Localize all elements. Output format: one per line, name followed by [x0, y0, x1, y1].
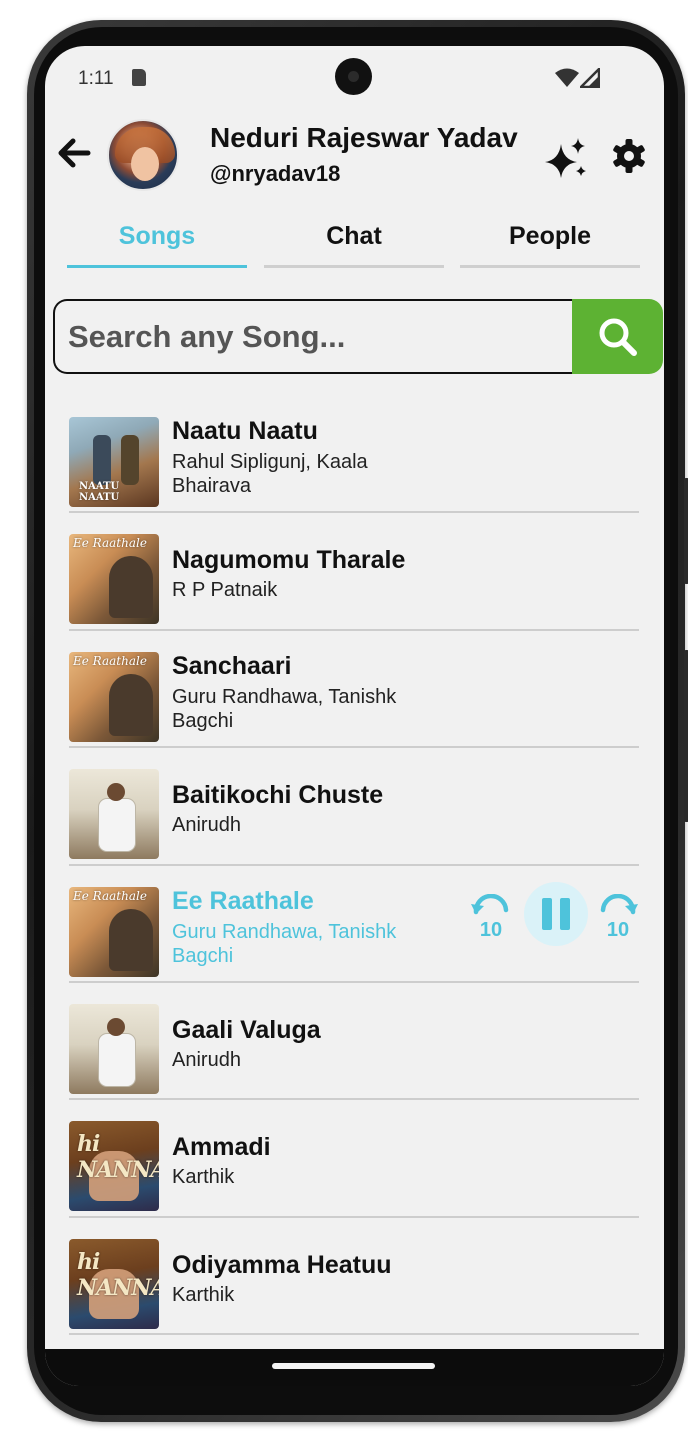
song-artist: Karthik [172, 1166, 235, 1189]
album-cover: Ee Raathale [69, 886, 159, 977]
pause-button[interactable] [524, 881, 588, 946]
song-row[interactable]: hi NANNA Ammadi Karthik [69, 1100, 639, 1218]
song-artist: R P Patnaik [172, 579, 278, 602]
search-icon [599, 318, 637, 356]
system-nav-bar [45, 1349, 664, 1386]
song-list: NAATU NAATU Naatu Naatu Rahul Sipligunj,… [69, 396, 639, 1336]
song-artist: Anirudh [172, 814, 241, 837]
song-artist: Anirudh [172, 1048, 241, 1071]
status-time: 1:11 [78, 68, 114, 89]
avatar[interactable] [107, 119, 179, 191]
cover-text: hi NANNA [77, 1131, 159, 1184]
cover-text: Ee Raathale [73, 888, 147, 903]
song-title: Nagumomu Tharale [172, 546, 406, 575]
tab-underline [460, 265, 640, 268]
profile-header: Neduri Rajeswar Yadav @nryadav18 [45, 118, 664, 198]
tab-label: Songs [118, 222, 196, 250]
tab-underline [264, 265, 444, 268]
song-row[interactable]: Gaali Valuga Anirudh [69, 983, 639, 1101]
cover-text: Ee Raathale [73, 653, 147, 668]
song-title: Sanchaari [172, 651, 292, 680]
album-cover: hi NANNA [69, 1238, 159, 1329]
tab-label: People [509, 222, 591, 250]
album-cover [69, 1003, 159, 1094]
user-handle: @nryadav18 [210, 161, 341, 186]
front-camera [335, 58, 372, 95]
status-bar: 1:11 [45, 46, 664, 110]
album-cover: hi NANNA [69, 1121, 159, 1212]
song-row[interactable]: Ee Raathale Sanchaari Guru Randhawa, Tan… [69, 631, 639, 749]
forward-label: 10 [607, 919, 629, 938]
sd-card-icon [132, 69, 146, 86]
cover-text: Ee Raathale [73, 536, 147, 551]
tab-people[interactable]: People [460, 214, 640, 268]
search-input[interactable] [68, 313, 558, 361]
album-cover [69, 769, 159, 860]
cover-text: hi NANNA [77, 1248, 159, 1301]
song-row[interactable]: Baitikochi Chuste Anirudh [69, 748, 639, 866]
signal-icon [580, 68, 600, 88]
tab-chat[interactable]: Chat [264, 214, 444, 268]
app-screen: 1:11 Neduri Rajeswar Yadav @nryadav18 So… [45, 46, 664, 1386]
song-title: Odiyamma Heatuu [172, 1250, 392, 1279]
album-cover: Ee Raathale [69, 651, 159, 742]
song-artist: Guru Randhawa, Tanishk Bagchi [172, 920, 397, 967]
back-arrow-icon[interactable] [57, 136, 91, 170]
sparkle-icon[interactable] [543, 136, 589, 180]
player-controls: 10 10 [469, 881, 640, 946]
song-row[interactable]: NAATU NAATU Naatu Naatu Rahul Sipligunj,… [69, 396, 639, 514]
song-artist: Guru Randhawa, Tanishk Bagchi [172, 685, 397, 732]
song-search [53, 299, 663, 374]
search-button[interactable] [572, 299, 663, 374]
home-indicator[interactable] [272, 1363, 435, 1369]
rewind-label: 10 [480, 919, 502, 938]
power-button [684, 478, 688, 584]
song-title: Gaali Valuga [172, 1015, 321, 1044]
song-row-now-playing[interactable]: Ee Raathale Ee Raathale Guru Randhawa, T… [69, 866, 639, 983]
search-box [53, 299, 573, 374]
user-name: Neduri Rajeswar Yadav [210, 122, 518, 153]
song-title: Naatu Naatu [172, 417, 318, 445]
album-cover: Ee Raathale [69, 534, 159, 625]
song-title: Ammadi [172, 1133, 271, 1162]
album-cover: NAATU NAATU [69, 417, 159, 507]
volume-button [684, 650, 688, 822]
tab-underline [67, 265, 247, 268]
song-title: Ee Raathale [172, 886, 314, 915]
song-title: Baitikochi Chuste [172, 781, 384, 810]
tab-bar: Songs Chat People [67, 214, 641, 268]
rewind-10-icon[interactable]: 10 [469, 893, 513, 938]
gear-icon[interactable] [611, 138, 647, 174]
song-row[interactable]: hi NANNA Odiyamma Heatuu Karthik [69, 1218, 639, 1336]
wifi-icon [555, 68, 579, 87]
cover-text: NAATU NAATU [79, 481, 120, 503]
song-row[interactable]: Ee Raathale Nagumomu Tharale R P Patnaik [69, 513, 639, 631]
tab-label: Chat [326, 222, 382, 250]
forward-10-icon[interactable]: 10 [596, 893, 640, 938]
song-artist: Karthik [172, 1283, 235, 1306]
tab-songs[interactable]: Songs [67, 214, 247, 268]
song-artist: Rahul Sipligunj, Kaala Bhairava [172, 451, 368, 497]
